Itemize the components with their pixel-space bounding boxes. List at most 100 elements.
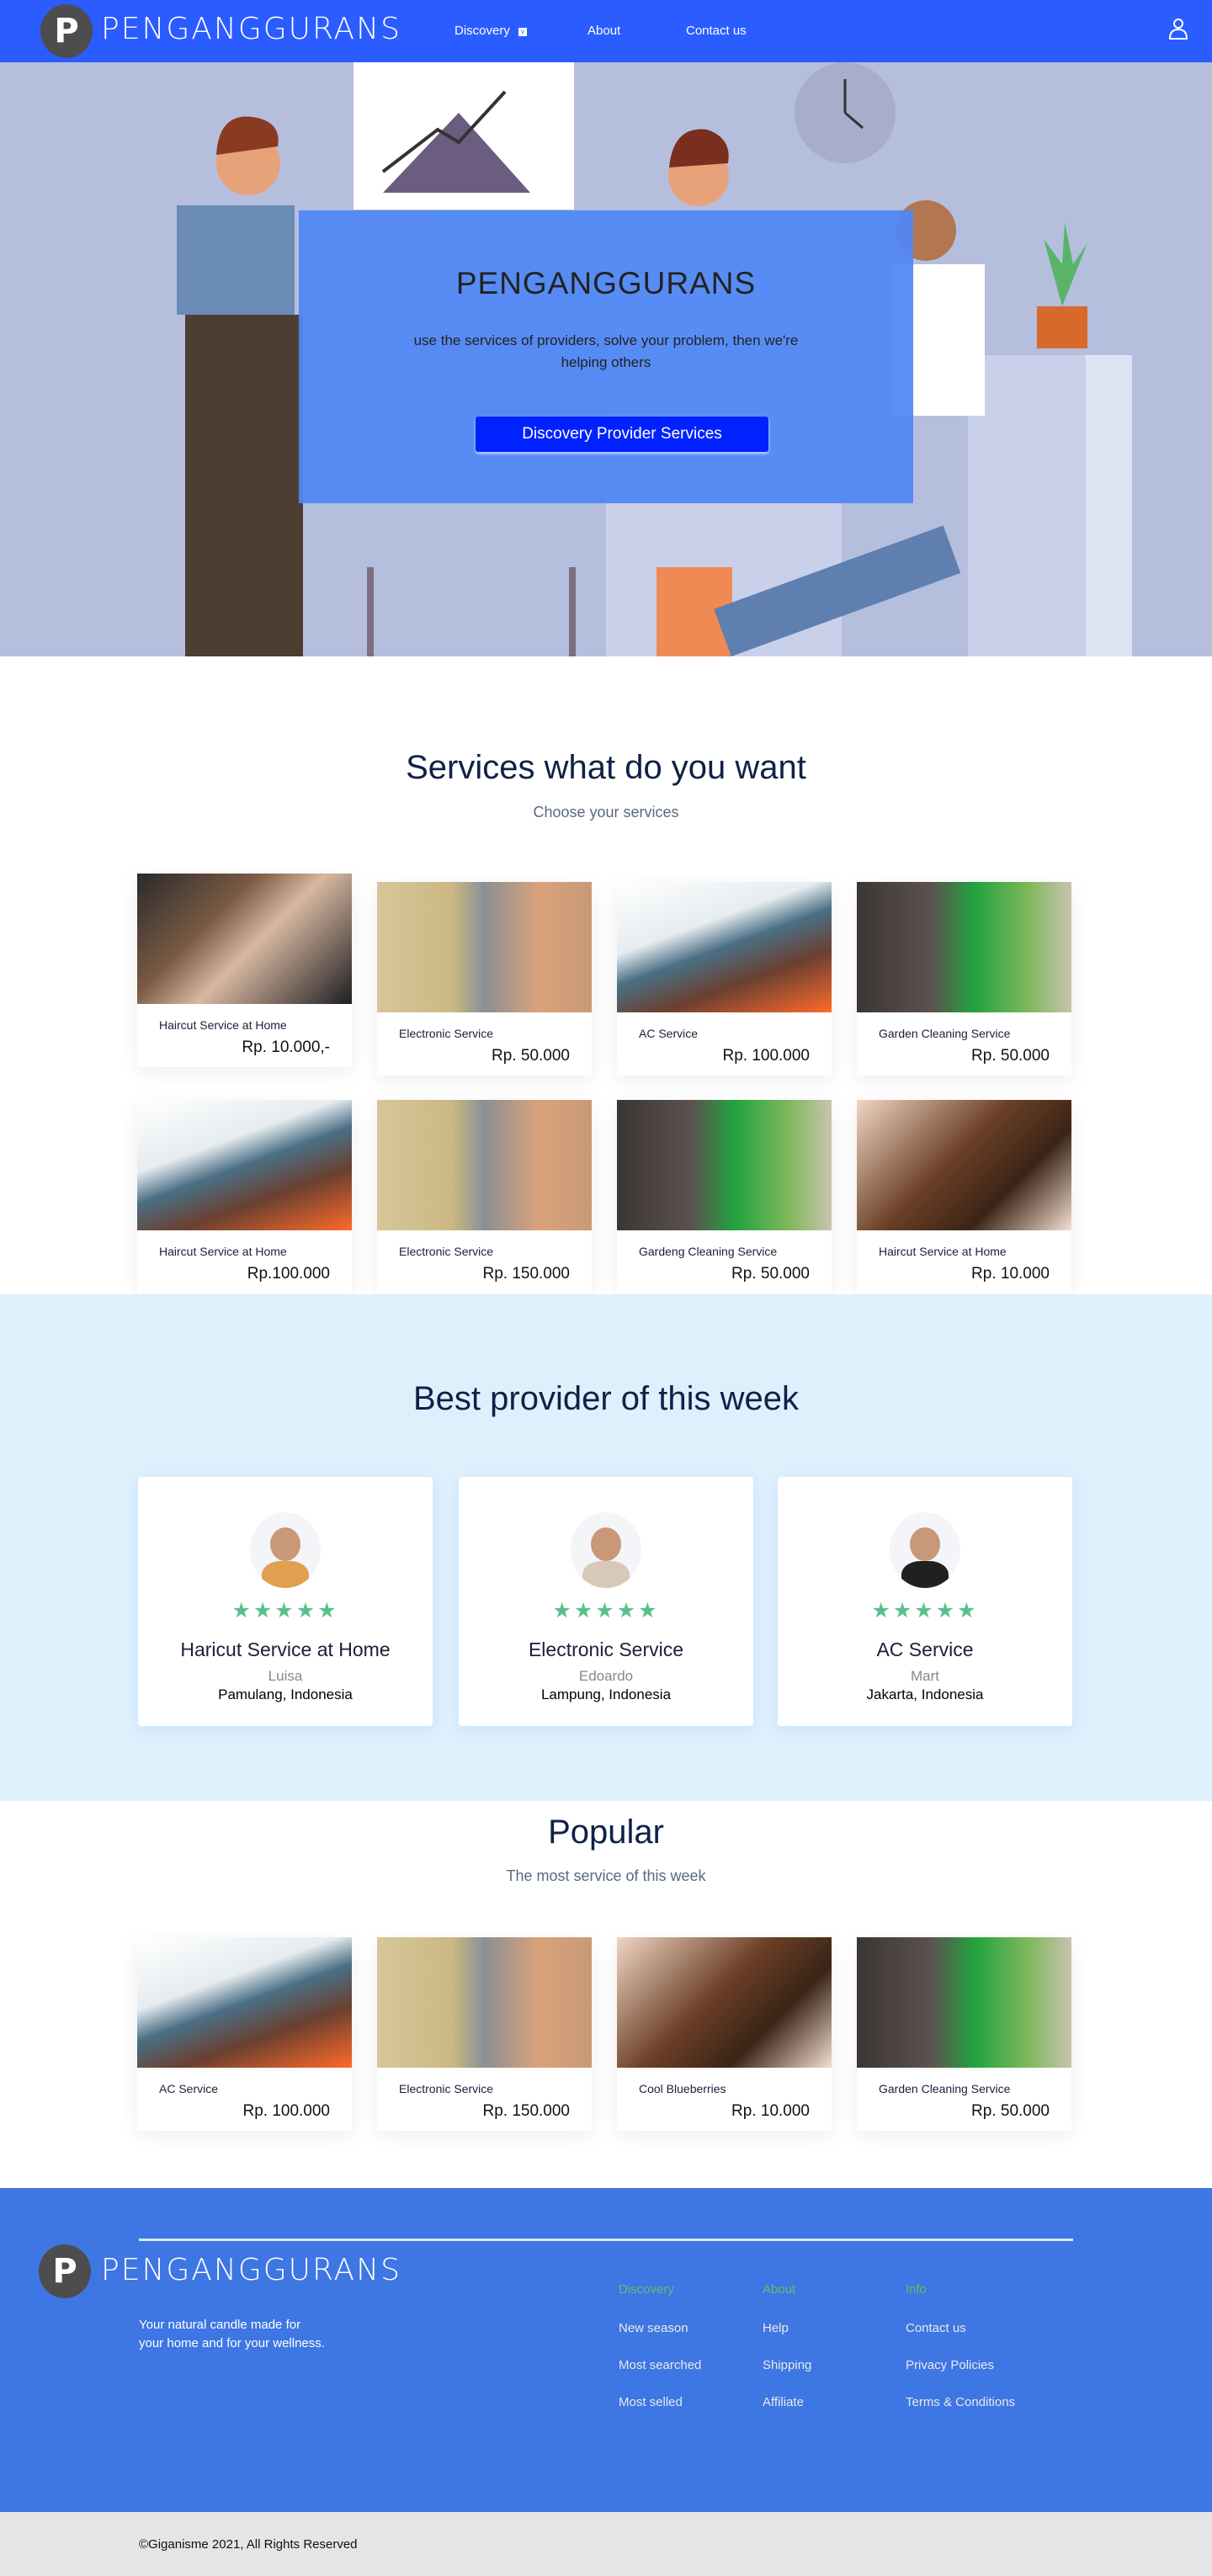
- service-image: [137, 874, 352, 1004]
- service-card[interactable]: Electronic Service Rp. 150.000: [377, 1937, 592, 2131]
- footer-link[interactable]: New season: [619, 2321, 688, 2335]
- service-name: Garden Cleaning Service: [879, 1027, 1011, 1040]
- service-card[interactable]: Garden Cleaning Service Rp. 50.000: [857, 882, 1071, 1076]
- service-name: Garden Cleaning Service: [879, 2082, 1011, 2095]
- footer-link[interactable]: Most selled: [619, 2395, 683, 2409]
- service-card[interactable]: Haircut Service at Home Rp. 10.000: [857, 1100, 1071, 1293]
- service-price: Rp. 100.000: [722, 1047, 810, 1065]
- footer-logo-icon: P: [39, 2244, 91, 2298]
- service-image: [857, 1937, 1071, 2068]
- service-price: Rp. 50.000: [492, 1047, 570, 1065]
- service-image: [137, 1937, 352, 2068]
- service-card[interactable]: Haircut Service at Home Rp.100.000: [137, 1100, 352, 1293]
- nav-about[interactable]: About: [587, 24, 620, 38]
- chevron-down-icon: v: [518, 28, 528, 36]
- nav-contact[interactable]: Contact us: [686, 24, 747, 38]
- provider-avatar: [571, 1512, 641, 1588]
- provider-card[interactable]: ★★★★★ Electronic Service Edoardo Lampung…: [459, 1477, 753, 1726]
- service-image: [377, 1100, 592, 1230]
- service-image: [617, 1937, 832, 2068]
- user-icon[interactable]: [1168, 17, 1188, 40]
- service-image: [617, 882, 832, 1012]
- provider-avatar: [890, 1512, 960, 1588]
- rating-stars: ★★★★★: [871, 1599, 979, 1623]
- provider-card[interactable]: ★★★★★ Haricut Service at Home Luisa Pamu…: [138, 1477, 433, 1726]
- logo-icon[interactable]: P: [40, 4, 93, 58]
- service-name: Cool Blueberries: [639, 2082, 726, 2095]
- services-title: Services what do you want: [406, 749, 806, 786]
- service-price: Rp. 100.000: [242, 2102, 330, 2120]
- footer-link[interactable]: Contact us: [906, 2321, 966, 2335]
- service-price: Rp. 50.000: [971, 2102, 1050, 2120]
- provider-name: Edoardo: [578, 1668, 634, 1684]
- provider-card[interactable]: ★★★★★ AC Service Mart Jakarta, Indonesia: [778, 1477, 1072, 1726]
- hero-title: PENGANGGURANS: [455, 266, 757, 300]
- provider-avatar: [250, 1512, 321, 1588]
- best-provider-section: Best provider of this week ★★★★★ Haricut…: [0, 1294, 1212, 1801]
- footer-divider: [139, 2239, 1073, 2241]
- service-image: [857, 882, 1071, 1012]
- service-name: Electronic Service: [399, 2082, 494, 2095]
- service-name: Haircut Service at Home: [159, 1018, 287, 1032]
- provider-location: Lampung, Indonesia: [540, 1686, 672, 1702]
- service-price: Rp.100.000: [247, 1265, 330, 1283]
- provider-name: Mart: [911, 1668, 939, 1684]
- provider-name: Luisa: [268, 1668, 303, 1684]
- provider-service: Haricut Service at Home: [180, 1639, 391, 1660]
- service-image: [137, 1100, 352, 1230]
- service-image: [377, 1937, 592, 2068]
- footer-heading: Discovery: [619, 2282, 674, 2297]
- best-title: Best provider of this week: [413, 1380, 799, 1417]
- service-name: Electronic Service: [399, 1245, 494, 1258]
- service-card[interactable]: Garden Cleaning Service Rp. 50.000: [857, 1937, 1071, 2131]
- service-price: Rp. 10.000: [971, 1265, 1050, 1283]
- rating-stars: ★★★★★: [552, 1599, 660, 1623]
- service-card[interactable]: Electronic Service Rp. 150.000: [377, 1100, 592, 1293]
- service-card[interactable]: Gardeng Cleaning Service Rp. 50.000: [617, 1100, 832, 1293]
- service-card[interactable]: Cool Blueberries Rp. 10.000: [617, 1937, 832, 2131]
- service-name: AC Service: [639, 1027, 699, 1040]
- footer-link[interactable]: Affiliate: [763, 2395, 804, 2409]
- service-image: [377, 882, 592, 1012]
- top-nav: P PENGANGGURANS Discovery v About Contac…: [0, 0, 1212, 62]
- provider-location: Pamulang, Indonesia: [218, 1686, 353, 1702]
- footer-link[interactable]: Help: [763, 2321, 789, 2335]
- service-price: Rp. 150.000: [482, 2102, 570, 2120]
- footer: P PENGANGGURANS Your natural candle made…: [0, 2188, 1212, 2512]
- footer-link[interactable]: Most searched: [619, 2358, 701, 2372]
- service-card[interactable]: Electronic Service Rp. 50.000: [377, 882, 592, 1076]
- footer-heading: About: [763, 2282, 796, 2297]
- footer-heading: Info: [906, 2282, 928, 2297]
- footer-tagline: Your natural candle made for your home an…: [139, 2318, 325, 2350]
- service-card[interactable]: AC Service Rp. 100.000: [617, 882, 832, 1076]
- copyright-text: ©Giganisme 2021, All Rights Reserved: [139, 2537, 358, 2552]
- hero-subtitle: use the services of providers, solve you…: [413, 332, 799, 370]
- service-price: Rp. 10.000: [731, 2102, 810, 2120]
- hero-card: PENGANGGURANS use the services of provid…: [299, 210, 913, 503]
- service-card[interactable]: Haircut Service at Home Rp. 10.000,-: [137, 874, 352, 1067]
- discovery-provider-button[interactable]: Discovery Provider Services: [476, 417, 768, 452]
- service-price: Rp. 50.000: [971, 1047, 1050, 1065]
- service-price: Rp. 150.000: [482, 1265, 570, 1283]
- service-name: Gardeng Cleaning Service: [639, 1245, 778, 1258]
- service-image: [857, 1100, 1071, 1230]
- service-image: [617, 1100, 832, 1230]
- footer-link[interactable]: Privacy Policies: [906, 2358, 994, 2372]
- footer-link[interactable]: Shipping: [763, 2358, 811, 2372]
- services-subtitle: Choose your services: [533, 804, 679, 821]
- footer-link[interactable]: Terms & Conditions: [906, 2395, 1015, 2409]
- popular-subtitle: The most service of this week: [506, 1867, 706, 1884]
- service-name: AC Service: [159, 2082, 219, 2095]
- provider-location: Jakarta, Indonesia: [866, 1686, 984, 1702]
- hero-section: PENGANGGURANS use the services of provid…: [0, 62, 1212, 656]
- service-card[interactable]: AC Service Rp. 100.000: [137, 1937, 352, 2131]
- rating-stars: ★★★★★: [231, 1599, 339, 1623]
- popular-title: Popular: [548, 1814, 664, 1851]
- copyright-bar: ©Giganisme 2021, All Rights Reserved: [0, 2512, 1212, 2576]
- brand-name[interactable]: PENGANGGURANS: [101, 12, 401, 46]
- nav-discovery[interactable]: Discovery v: [454, 24, 528, 38]
- service-name: Electronic Service: [399, 1027, 494, 1040]
- service-name: Haircut Service at Home: [879, 1245, 1007, 1258]
- service-price: Rp. 50.000: [731, 1265, 810, 1283]
- footer-brand: PENGANGGURANS: [101, 2253, 401, 2287]
